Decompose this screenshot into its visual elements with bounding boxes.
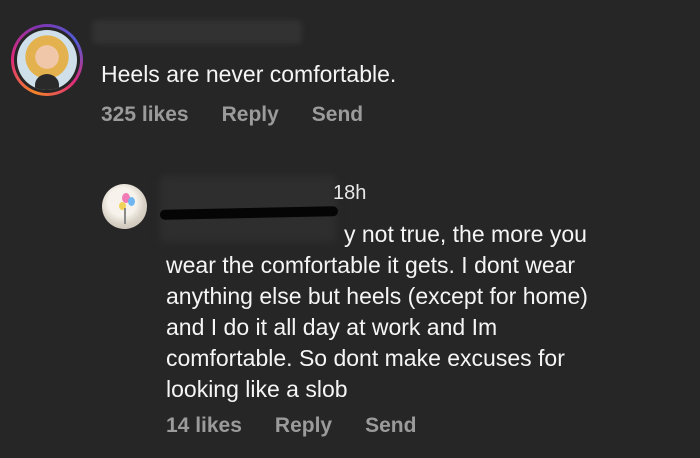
comment-text: Heels are never comfortable. [101,61,397,87]
avatar-photo [17,30,77,90]
reply-button[interactable]: Reply [275,414,332,438]
comment-actions: 325 likes Reply Send [101,103,396,127]
reply-text: wear the comfortable it gets. I dont wea… [166,250,686,405]
reply-text-line: and I do it all day at work and Im [166,314,498,340]
reply-text-line: comfortable. So dont make excuses for [166,345,565,371]
balloon-blue [128,197,135,206]
reply-avatar[interactable] [102,184,147,229]
reply-text-first-line: y not true, the more you [344,221,587,247]
reply-text-line: looking like a slob [166,376,348,402]
avatar-ring-gap [14,27,80,93]
send-button[interactable]: Send [365,414,416,438]
reply-text-line: anything else but heels (except for home… [166,283,588,309]
send-button[interactable]: Send [312,103,363,127]
redacted-username [92,20,302,44]
likes-count[interactable]: 14 likes [166,414,242,438]
likes-count[interactable]: 325 likes [101,103,189,127]
comments-thread: Heels are never comfortable. 325 likes R… [0,0,700,458]
reply-timestamp: 18h [333,182,367,204]
balloon-string [124,208,126,224]
reply-button[interactable]: Reply [222,103,279,127]
avatar-with-story-ring[interactable] [11,24,83,96]
reply-actions: 14 likes Reply Send [166,414,449,438]
reply-text-line: wear the comfortable it gets. I dont wea… [166,252,576,278]
